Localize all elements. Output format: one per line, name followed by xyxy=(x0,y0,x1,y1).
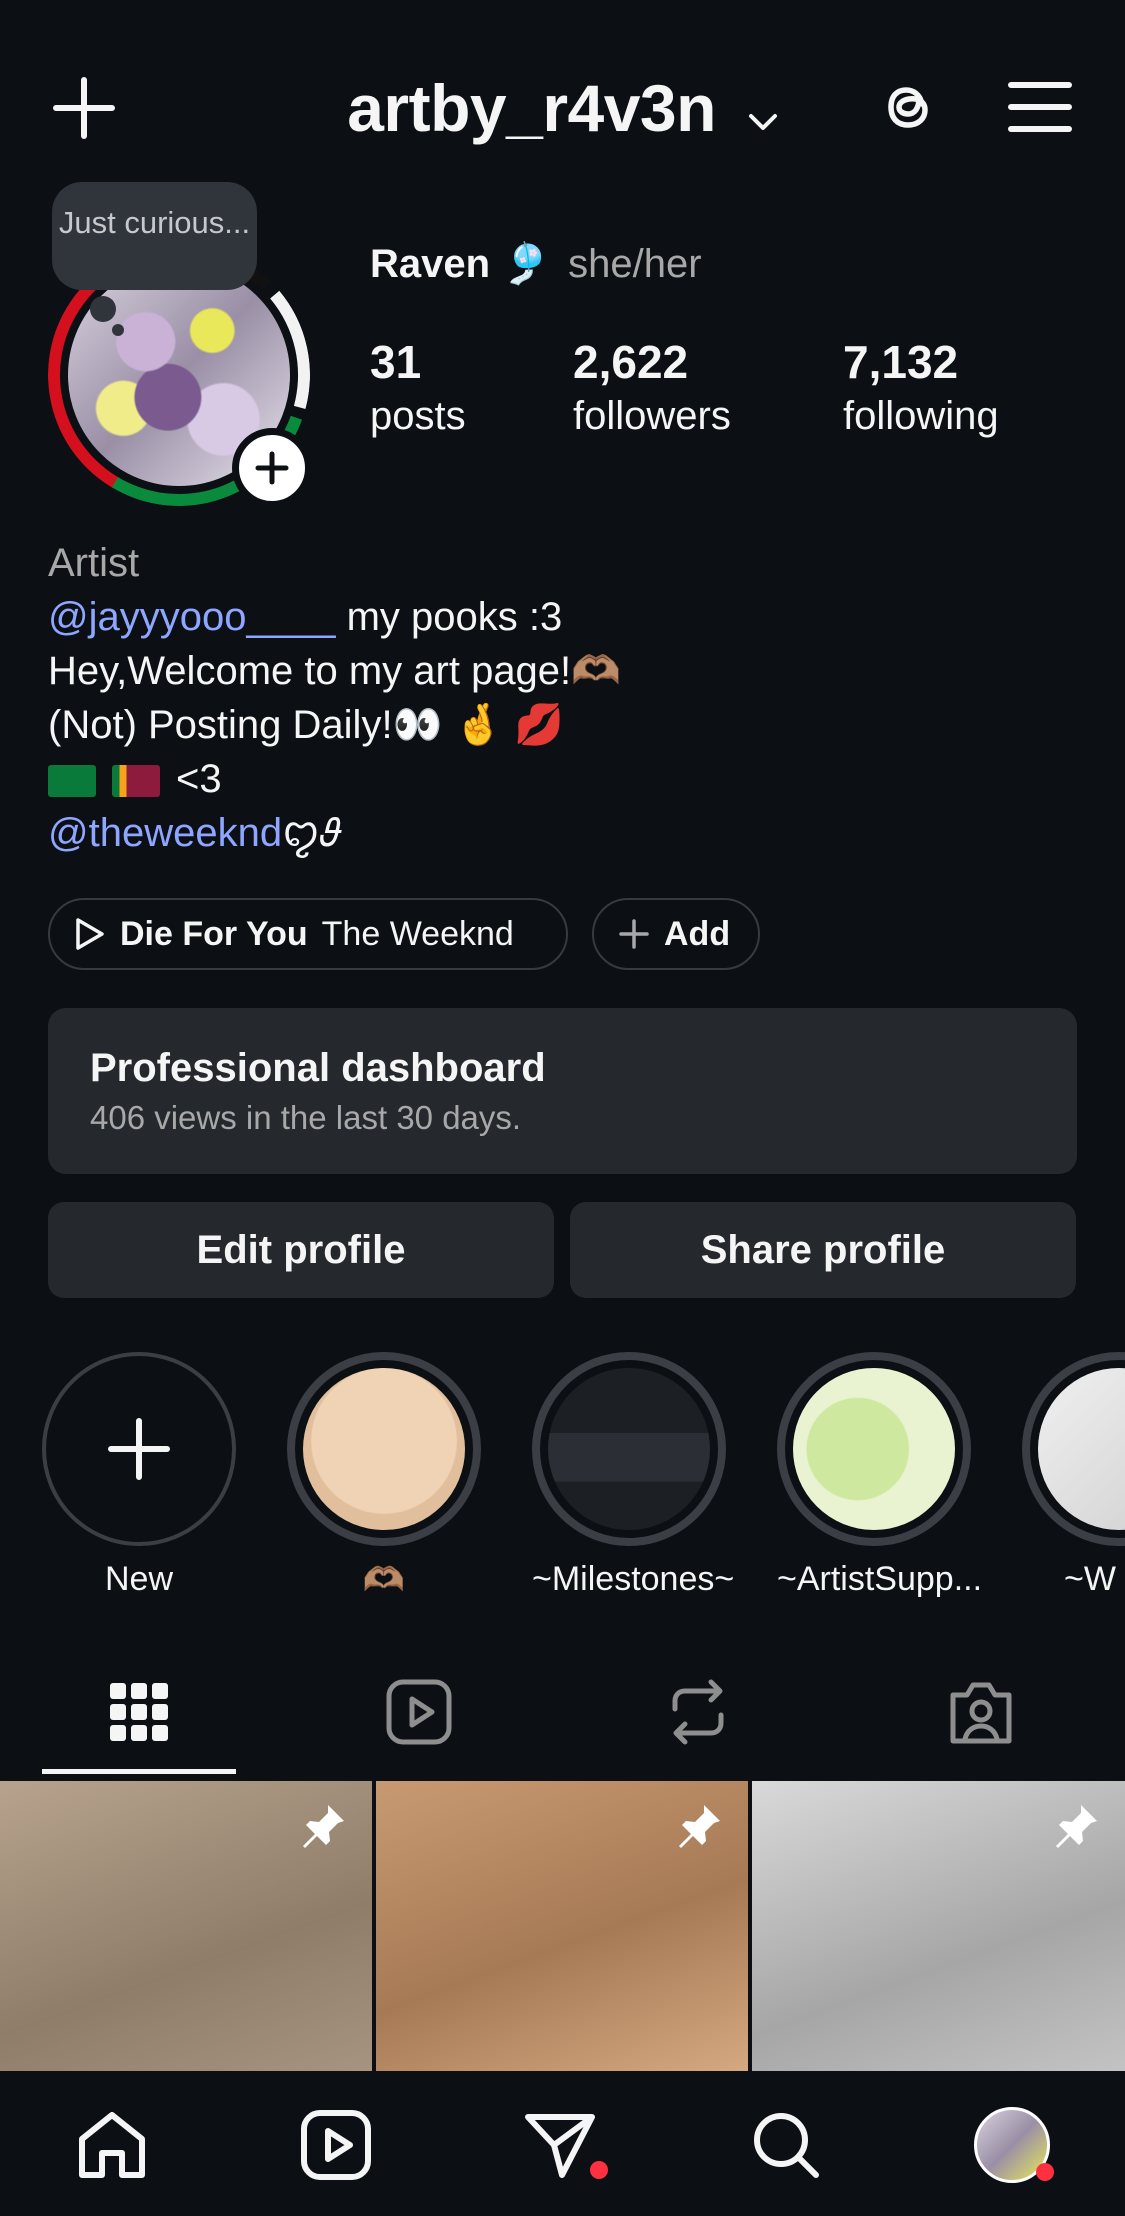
messages-notification-dot xyxy=(590,2161,608,2179)
highlight-label: 🫶🏽 xyxy=(362,1561,406,1599)
bio-category: Artist xyxy=(48,541,140,585)
tab-tagged[interactable] xyxy=(936,1672,1026,1752)
bio-text: my pooks :3 xyxy=(335,595,563,639)
stat-value: 31 xyxy=(370,336,422,388)
plus-icon xyxy=(108,1418,170,1480)
highlight-ring xyxy=(777,1352,971,1546)
bio-line-1: @jayyyooo____ my pooks :3 xyxy=(48,590,621,644)
note-text: Just curious... xyxy=(58,205,251,240)
stat-label: followers xyxy=(573,394,731,438)
profile-music-pill[interactable]: Die For You The Weeknd xyxy=(48,898,568,970)
highlight-label: New xyxy=(104,1560,174,1598)
stat-label: posts xyxy=(370,394,466,438)
note-bubble-tail-dot xyxy=(112,324,124,336)
search-icon[interactable] xyxy=(748,2107,824,2183)
highlight-cover xyxy=(548,1368,710,1530)
username: artby_r4v3n xyxy=(347,71,716,145)
highlight-ring xyxy=(42,1352,236,1546)
bio-text: <3 xyxy=(176,757,222,801)
home-icon[interactable] xyxy=(74,2107,150,2183)
active-tab-indicator xyxy=(42,1769,236,1774)
professional-dashboard[interactable]: Professional dashboard 406 views in the … xyxy=(48,1008,1077,1174)
reels-nav-icon[interactable] xyxy=(298,2107,374,2183)
highlight-ring xyxy=(532,1352,726,1546)
stat-value: 7,132 xyxy=(843,336,959,388)
stat-followers[interactable]: 2,622 followers xyxy=(573,334,731,442)
chevron-down-icon xyxy=(748,71,778,147)
menu-icon[interactable] xyxy=(1008,80,1072,134)
bio-line-4: <3 xyxy=(48,752,621,806)
reels-icon xyxy=(386,1679,452,1745)
grid-icon xyxy=(110,1683,168,1741)
note-bubble-tail xyxy=(90,296,116,322)
pin-icon xyxy=(679,1805,720,1848)
play-icon xyxy=(76,918,104,950)
messages-icon[interactable] xyxy=(522,2107,598,2183)
post-thumbnail[interactable] xyxy=(752,1781,1125,2071)
add-label: Add xyxy=(664,914,731,953)
name-text: Raven 🎐 xyxy=(370,242,551,286)
pin-icon xyxy=(303,1805,344,1848)
stat-label: following xyxy=(843,394,999,438)
stat-value: 2,622 xyxy=(573,336,689,388)
mention-link[interactable]: @jayyyooo____ xyxy=(48,595,335,639)
bio-text: ꨄ𝜗 xyxy=(282,811,342,855)
bio-line-3: (Not) Posting Daily!👀 🤞 💋 xyxy=(48,703,565,747)
plus-icon xyxy=(619,919,649,949)
reposts-icon xyxy=(672,1679,724,1745)
highlight-ring xyxy=(287,1352,481,1546)
profile-notification-dot xyxy=(1036,2163,1054,2181)
saudi-flag-icon xyxy=(48,765,96,798)
plus-icon xyxy=(255,451,289,485)
stat-following[interactable]: 7,132 following xyxy=(843,334,999,442)
pronouns: she/her xyxy=(568,242,702,286)
dashboard-subtitle: 406 views in the last 30 days. xyxy=(90,1099,522,1136)
highlight-cover xyxy=(303,1368,465,1530)
highlight-new[interactable]: New xyxy=(42,1352,236,1599)
add-story-button[interactable] xyxy=(232,428,312,508)
post-thumbnail[interactable] xyxy=(376,1781,748,2071)
highlight-cover xyxy=(793,1368,955,1530)
song-title: Die For You xyxy=(120,914,308,953)
display-name: Raven 🎐 she/her xyxy=(370,240,702,287)
add-link-button[interactable]: Add xyxy=(592,898,760,970)
top-bar: artby_r4v3n xyxy=(0,0,1125,200)
song-artist: The Weeknd xyxy=(321,914,514,953)
tab-reels[interactable] xyxy=(374,1672,464,1752)
note-bubble[interactable]: Just curious... xyxy=(52,182,257,290)
highlight-item[interactable]: ~W xyxy=(1022,1352,1125,1599)
highlight-cover xyxy=(1038,1368,1125,1530)
account-switcher[interactable]: artby_r4v3n xyxy=(0,70,1125,147)
highlight-ring xyxy=(1022,1352,1125,1546)
highlight-item[interactable]: ~ArtistSupp... xyxy=(777,1352,983,1599)
highlight-label: ~ArtistSupp... xyxy=(777,1560,983,1598)
bio-line-5: @theweekndꨄ𝜗 xyxy=(48,806,621,860)
bottom-nav xyxy=(0,2071,1125,2216)
mention-link[interactable]: @theweeknd xyxy=(48,811,282,855)
threads-icon[interactable] xyxy=(876,74,940,140)
highlight-item[interactable]: 🫶🏽 xyxy=(287,1352,481,1600)
stat-posts[interactable]: 31 posts xyxy=(370,334,466,442)
tab-reposts[interactable] xyxy=(653,1672,743,1752)
dashboard-title: Professional dashboard xyxy=(90,1046,546,1090)
sri-lanka-flag-icon xyxy=(112,765,160,798)
bio: Artist @jayyyooo____ my pooks :3 Hey,Wel… xyxy=(48,536,621,860)
share-profile-button[interactable]: Share profile xyxy=(570,1202,1076,1298)
highlight-label: ~W xyxy=(1064,1560,1116,1598)
post-thumbnail[interactable] xyxy=(0,1781,372,2071)
pin-icon xyxy=(1056,1805,1097,1848)
highlight-label: ~Milestones~ xyxy=(532,1560,735,1598)
tab-grid[interactable] xyxy=(94,1672,184,1752)
highlight-item[interactable]: ~Milestones~ xyxy=(532,1352,735,1599)
bio-line-2: Hey,Welcome to my art page!🫶🏽 xyxy=(48,649,621,693)
edit-profile-button[interactable]: Edit profile xyxy=(48,1202,554,1298)
tagged-icon xyxy=(950,1682,1012,1744)
